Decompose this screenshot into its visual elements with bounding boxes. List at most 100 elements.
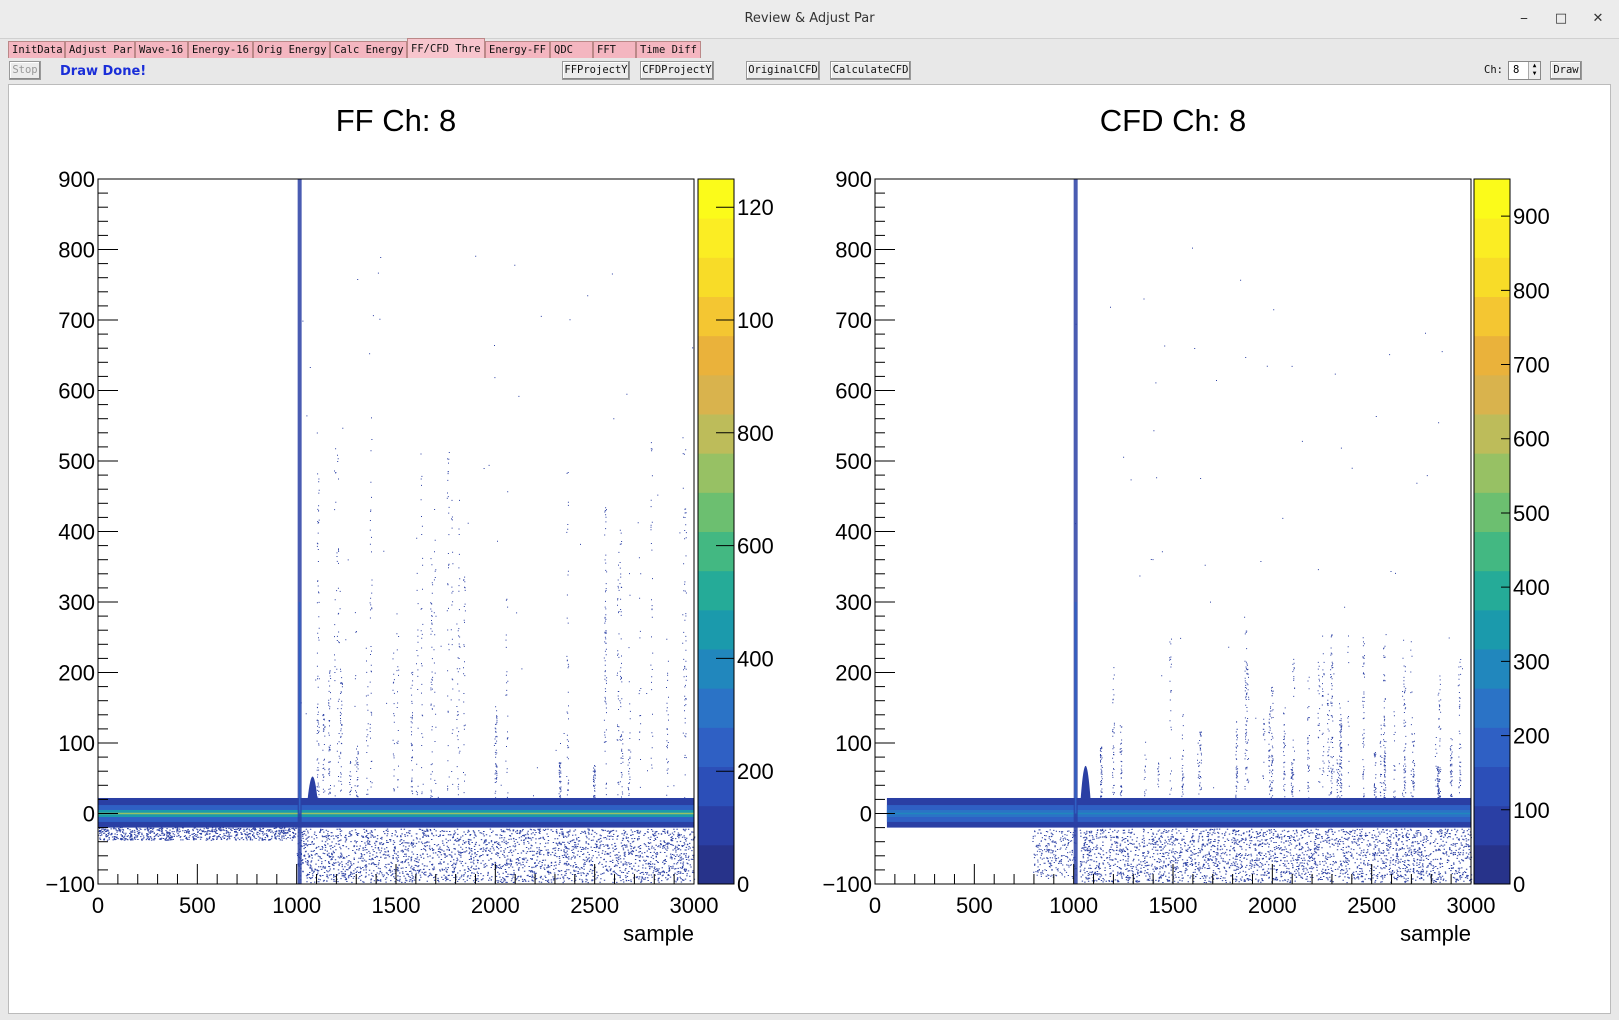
tab-fft[interactable]: FFT — [593, 41, 636, 58]
cfd-colorbar-segment — [1474, 335, 1510, 376]
ff-spike-core — [298, 602, 301, 814]
cfd-colorbar-segment — [1474, 492, 1510, 532]
ff-y-tick-label: 100 — [58, 731, 95, 756]
cfd-colorbar-segment — [1474, 414, 1510, 454]
ff-y-tick-label: −100 — [45, 872, 95, 897]
cfd-x-tick-label: 500 — [956, 893, 993, 918]
maximize-icon[interactable]: □ — [1551, 9, 1571, 29]
ff-colorbar-tick-label: 400 — [737, 646, 774, 671]
ff-colorbar-segment — [698, 335, 734, 376]
ff-plot-area — [98, 179, 694, 884]
ff-colorbar-segment — [698, 570, 734, 611]
ff-y-tick-label: 400 — [58, 520, 95, 545]
tab-wave-16[interactable]: Wave-16 — [135, 41, 188, 58]
ff-colorbar-segment — [698, 218, 734, 258]
cfd-y-tick-label: −100 — [822, 872, 872, 897]
cfd-colorbar-segment — [1474, 374, 1510, 415]
ff-colorbar: 0 200 400 600 800 100 120 — [697, 178, 774, 897]
ff-y-tick-label: 700 — [58, 308, 95, 333]
cfd-y-tick-label: 700 — [835, 308, 872, 333]
plots-svg: FF Ch: 8−1000100200300400500600700800900… — [45, 103, 1549, 946]
cfd-plot-area — [875, 179, 1471, 884]
cfd-colorbar-segment — [1474, 218, 1510, 258]
ff-x-tick-label: 3000 — [670, 893, 719, 918]
stop-button[interactable]: Stop — [9, 61, 41, 80]
tab-calc-energy[interactable]: Calc Energy — [330, 41, 407, 58]
cfd-x-tick-label: 2000 — [1248, 893, 1297, 918]
status-text: Draw Done! — [60, 64, 147, 79]
plot-canvas[interactable]: FF Ch: 8 −100 0 100 200 300 400 500 600 700 800 900… — [8, 84, 1611, 1014]
cfd-y-tick-label: 500 — [835, 449, 872, 474]
tab-qdc[interactable]: QDC — [550, 41, 593, 58]
ff-colorbar-segment — [698, 414, 734, 454]
cfd-y-tick-label: 0 — [860, 802, 872, 827]
ff-colorbar-tick-label: 600 — [737, 534, 774, 559]
tab-energy-16[interactable]: Energy-16 — [188, 41, 253, 58]
draw-button[interactable]: Draw — [1550, 61, 1582, 80]
cfd-colorbar-tick-label: 600 — [1513, 427, 1550, 452]
close-icon[interactable]: ✕ — [1588, 9, 1608, 29]
cfd-y-tick-label: 800 — [835, 238, 872, 263]
calculate-cfd-button[interactable]: CalculateCFD — [830, 61, 911, 80]
cfd-y-tick-label: 600 — [835, 379, 872, 404]
ff-colorbar-segment — [698, 257, 734, 297]
cfd-colorbar-segment — [1474, 688, 1510, 728]
tab-initdata[interactable]: InitData — [8, 41, 65, 58]
ff-colorbar-tick-label: 0 — [737, 872, 749, 897]
cfd-colorbar-tick-label: 0 — [1513, 872, 1525, 897]
cfd-colorbar-segment — [1474, 649, 1510, 689]
cfd-colorbar-segment — [1474, 766, 1510, 807]
ff-y-tick-label: 800 — [58, 238, 95, 263]
cfd-colorbar-segment — [1474, 257, 1510, 297]
cfd-colorbar-segment — [1474, 296, 1510, 337]
ff-x-tick-label: 0 — [92, 893, 104, 918]
window-titlebar: Review & Adjust Par ⎯ □ ✕ — [0, 0, 1619, 39]
ff-colorbar-tick-label: 800 — [737, 421, 774, 446]
cfd-colorbar-tick-label: 400 — [1513, 575, 1550, 600]
original-cfd-button[interactable]: OriginalCFD — [746, 61, 820, 80]
cfd-y-tick-label: 900 — [835, 167, 872, 192]
ff-y-tick-label: 200 — [58, 661, 95, 686]
cfd-x-tick-label: 0 — [869, 893, 881, 918]
ff-x-tick-label: 1000 — [272, 893, 321, 918]
cfd-projecty-button[interactable]: CFDProjectY — [640, 61, 714, 80]
ff-colorbar-segment — [698, 649, 734, 689]
ff-x-axis-label: sample — [623, 921, 694, 946]
cfd-colorbar-segment — [1474, 531, 1510, 572]
ff-x-tick-label: 500 — [179, 893, 216, 918]
tab-orig-energy[interactable]: Orig Energy — [253, 41, 330, 58]
cfd-colorbar-tick-label: 300 — [1513, 649, 1550, 674]
cfd-x-tick-label: 2500 — [1347, 893, 1396, 918]
ff-y-tick-label: 900 — [58, 167, 95, 192]
channel-spinbox[interactable]: 8 ▲ ▼ — [1508, 61, 1541, 80]
cfd-colorbar-segment — [1474, 570, 1510, 611]
channel-value: 8 — [1513, 64, 1520, 76]
ff-y-tick-label: 600 — [58, 379, 95, 404]
cfd-x-tick-label: 1000 — [1049, 893, 1098, 918]
ff-colorbar-segment — [698, 688, 734, 728]
ff-x-tick-label: 2000 — [471, 893, 520, 918]
cfd-colorbar-tick-label: 800 — [1513, 278, 1550, 303]
cfd-y-tick-label: 300 — [835, 590, 872, 615]
tab-time-diff[interactable]: Time Diff — [636, 41, 701, 58]
ff-colorbar-tick-label: 120 — [737, 195, 774, 220]
ff-x-tick-label: 2500 — [570, 893, 619, 918]
cfd-x-tick-label: 3000 — [1447, 893, 1496, 918]
cfd-colorbar-segment — [1474, 609, 1510, 650]
ff-colorbar-tick-label: 100 — [737, 308, 774, 333]
ff-projecty-button[interactable]: FFProjectY — [562, 61, 630, 80]
tab-adjust-par[interactable]: Adjust Par — [65, 41, 135, 58]
cfd-plot: CFD Ch: 8−100010020030040050060070080090… — [822, 103, 1549, 946]
cfd-colorbar-tick-label: 200 — [1513, 724, 1550, 749]
ff-y-tick-label: 0 — [83, 802, 95, 827]
ff-chart-title: FF Ch: 8 — [336, 103, 457, 138]
tab-ff-cfd-thre[interactable]: FF/CFD Thre — [407, 38, 485, 58]
minimize-icon[interactable]: ⎯ — [1514, 9, 1534, 29]
window-title: Review & Adjust Par — [744, 11, 875, 26]
cfd-y-tick-label: 100 — [835, 731, 872, 756]
cfd-colorbar-segment — [1474, 179, 1510, 219]
spin-arrows-icon[interactable]: ▲ ▼ — [1528, 62, 1540, 79]
tab-energy-ff[interactable]: Energy-FF — [485, 41, 550, 58]
ff-colorbar-segment — [698, 727, 734, 767]
cfd-x-axis-label: sample — [1400, 921, 1471, 946]
